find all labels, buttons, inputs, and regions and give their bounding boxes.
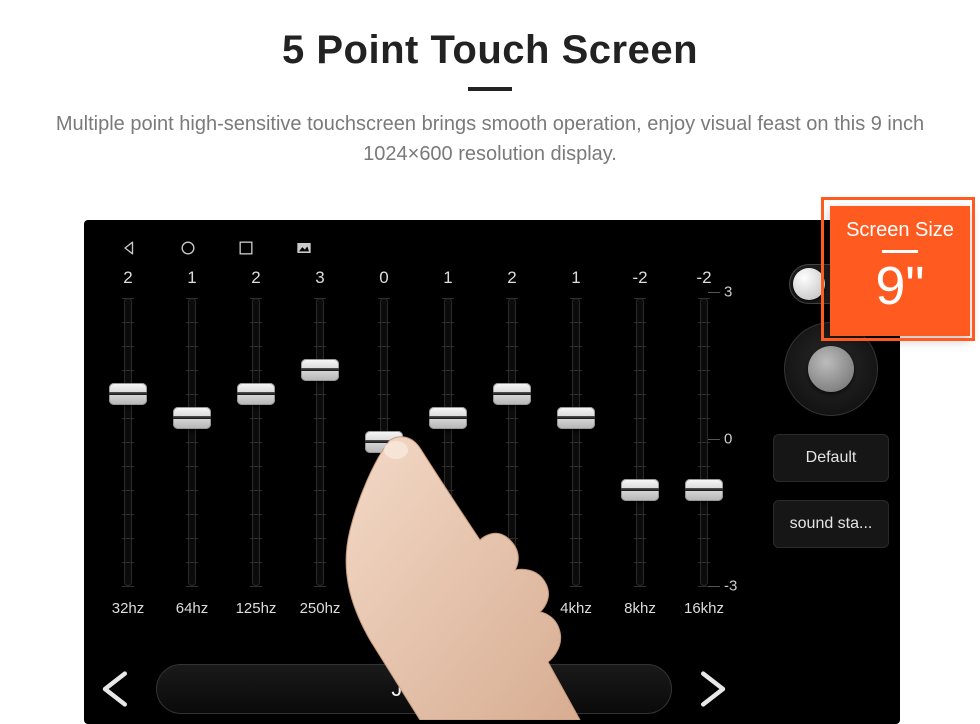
eq-slider[interactable]: [572, 298, 580, 586]
eq-freq-label: 1khz: [418, 600, 478, 617]
eq-value: 0: [354, 268, 414, 292]
slider-thumb[interactable]: [109, 383, 147, 405]
eq-freq-label: 8khz: [610, 600, 670, 617]
eq-slider[interactable]: [124, 298, 132, 586]
slider-thumb[interactable]: [557, 407, 595, 429]
eq-freq-label: 2khz: [482, 600, 542, 617]
eq-slider[interactable]: [700, 298, 708, 586]
eq-band-250hz: 3 250hz: [290, 268, 350, 617]
eq-value: 1: [546, 268, 606, 292]
badge-value: 9": [839, 255, 961, 317]
eq-band-2khz: 2 2khz: [482, 268, 542, 617]
eq-slider[interactable]: [508, 298, 516, 586]
eq-freq-label: 32hz: [98, 600, 158, 617]
eq-freq-label: 4khz: [546, 600, 606, 617]
eq-value: 1: [162, 268, 222, 292]
eq-value: -2: [610, 268, 670, 292]
sound-stage-button[interactable]: sound sta...: [773, 500, 889, 548]
eq-value: 1: [418, 268, 478, 292]
android-navbar: [94, 234, 890, 262]
eq-freq-label: 500hz: [354, 600, 414, 617]
preset-prev-icon[interactable]: [94, 667, 138, 711]
dial-knob: [808, 346, 854, 392]
page-title: 5 Point Touch Screen: [0, 0, 980, 73]
home-icon[interactable]: [178, 238, 198, 258]
eq-freq-label: 125hz: [226, 600, 286, 617]
slider-thumb[interactable]: [173, 407, 211, 429]
eq-value: 3: [290, 268, 350, 292]
slider-thumb[interactable]: [621, 479, 659, 501]
eq-value: 2: [226, 268, 286, 292]
eq-slider[interactable]: [316, 298, 324, 586]
eq-band-32hz: 2 32hz: [98, 268, 158, 617]
eq-freq-label: 250hz: [290, 600, 350, 617]
eq-slider[interactable]: [252, 298, 260, 586]
eq-freq-label: 16khz: [674, 600, 734, 617]
preset-next-icon[interactable]: [690, 667, 734, 711]
eq-band-8khz: -2 8khz: [610, 268, 670, 617]
gain-scale: 3 0 -3: [710, 292, 740, 586]
preset-row: Jazz: [94, 660, 734, 718]
back-icon[interactable]: [120, 238, 140, 258]
eq-freq-label: 64hz: [162, 600, 222, 617]
default-button[interactable]: Default: [773, 434, 889, 482]
slider-thumb[interactable]: [301, 359, 339, 381]
slider-thumb[interactable]: [493, 383, 531, 405]
equalizer-sliders: 2 32hz 1 64hz 2 125hz 3 250hz 0 500hz 1 1khz 2 2khz 1 4…: [94, 268, 754, 662]
recents-icon[interactable]: [236, 238, 256, 258]
screen-size-badge: Screen Size 9": [830, 206, 970, 336]
balance-dial[interactable]: [784, 322, 878, 416]
subtitle: Multiple point high-sensitive touchscree…: [0, 91, 980, 169]
eq-band-1khz: 1 1khz: [418, 268, 478, 617]
slider-thumb[interactable]: [429, 407, 467, 429]
toggle-knob: [793, 268, 825, 300]
preset-name[interactable]: Jazz: [156, 664, 672, 714]
eq-band-4khz: 1 4khz: [546, 268, 606, 617]
eq-slider[interactable]: [636, 298, 644, 586]
eq-slider[interactable]: [444, 298, 452, 586]
eq-value: 2: [98, 268, 158, 292]
eq-slider[interactable]: [380, 298, 388, 586]
eq-band-500hz: 0 500hz: [354, 268, 414, 617]
eq-band-125hz: 2 125hz: [226, 268, 286, 617]
badge-label: Screen Size: [839, 219, 961, 242]
slider-thumb[interactable]: [237, 383, 275, 405]
device-screen: 2 32hz 1 64hz 2 125hz 3 250hz 0 500hz 1 1khz 2 2khz 1 4…: [84, 220, 900, 724]
slider-thumb[interactable]: [365, 431, 403, 453]
gallery-icon[interactable]: [294, 238, 314, 258]
eq-value: 2: [482, 268, 542, 292]
badge-underline: [882, 250, 918, 253]
eq-band-64hz: 1 64hz: [162, 268, 222, 617]
eq-slider[interactable]: [188, 298, 196, 586]
